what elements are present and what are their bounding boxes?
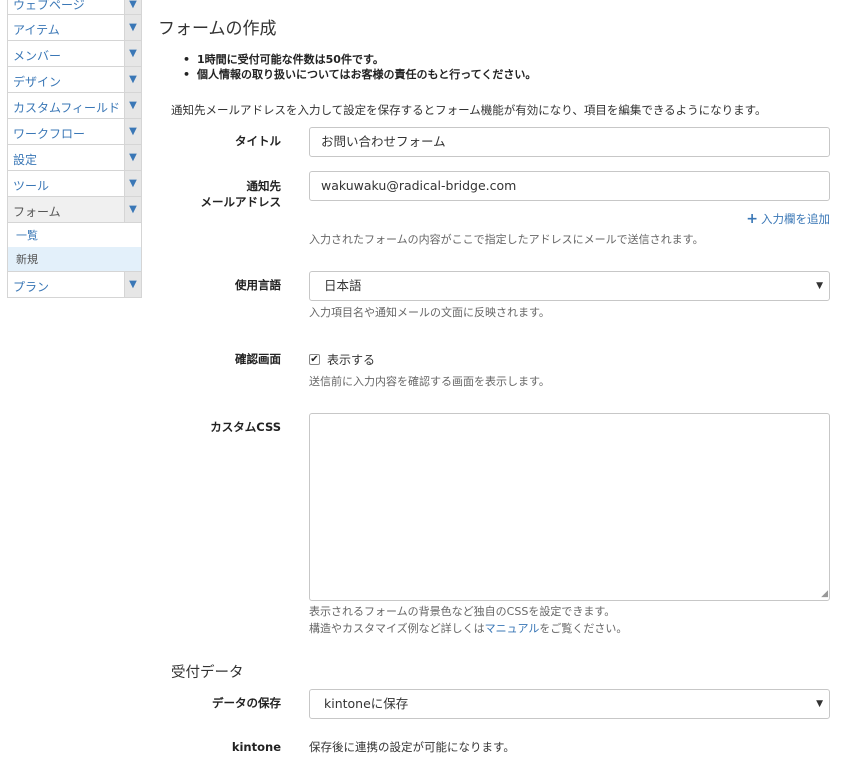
section-title-reception: 受付データ	[171, 665, 244, 681]
resize-grip-icon[interactable]: ◢	[821, 590, 828, 599]
email-label: 通知先 メールアドレス	[158, 178, 282, 210]
kintone-text: 保存後に連携の設定が可能になります。	[309, 740, 515, 754]
custom-css-help-line2: 構造やカスタマイズ例など詳しくはマニュアルをご覧ください。	[309, 621, 627, 637]
chevron-down-icon[interactable]: ▼	[124, 15, 141, 40]
kintone-label: kintone	[231, 740, 281, 754]
email-field[interactable]: wakuwaku@radical-bridge.com	[309, 171, 830, 201]
custom-css-textarea[interactable]: ◢	[309, 413, 830, 601]
manual-link[interactable]: マニュアル	[485, 622, 540, 635]
sidebar-item-label: アイテム	[13, 23, 60, 37]
sidebar-item-label: メンバー	[13, 49, 62, 63]
chevron-down-icon[interactable]: ▼	[124, 171, 141, 196]
notice-item: 個人情報の取り扱いについてはお客様の責任のもと行ってください。	[183, 67, 536, 82]
chevron-down-icon[interactable]: ▼	[124, 67, 141, 92]
sidebar-item-label: カスタムフィールド	[13, 101, 121, 115]
chevron-down-icon[interactable]: ▼	[124, 119, 141, 144]
sidebar-item-label: デザイン	[13, 75, 62, 89]
confirm-label: 確認画面	[235, 352, 281, 366]
sidebar-item-design[interactable]: デザイン ▼	[7, 67, 142, 93]
submenu-item-new[interactable]: 新規	[8, 247, 141, 271]
custom-css-label: カスタムCSS	[210, 420, 281, 434]
sidebar-item-label: プラン	[13, 280, 50, 294]
title-label: タイトル	[235, 134, 281, 148]
language-help: 入力項目名や通知メールの文面に反映されます。	[309, 306, 550, 319]
help-text-before: 構造やカスタマイズ例など詳しくは	[309, 622, 485, 635]
confirm-checkbox-label[interactable]: 表示する	[327, 351, 375, 368]
language-select[interactable]: 日本語 ▼	[309, 271, 830, 301]
email-label-line2: メールアドレス	[200, 195, 282, 209]
sidebar-item-webpage[interactable]: ウェブページ ▼	[7, 0, 142, 15]
chevron-down-icon[interactable]: ▼	[124, 197, 141, 222]
custom-css-help-line1: 表示されるフォームの背景色など独自のCSSを設定できます。	[309, 605, 616, 618]
chevron-down-icon: ▼	[816, 699, 823, 709]
notice-item: 1時間に受付可能な件数は50件です。	[183, 52, 536, 67]
checkmark-icon: ✔	[310, 354, 319, 365]
confirm-checkbox[interactable]: ✔	[309, 354, 320, 365]
chevron-down-icon[interactable]: ▼	[124, 272, 141, 297]
sidebar-item-custom-field[interactable]: カスタムフィールド ▼	[7, 93, 142, 119]
add-field-link[interactable]: + 入力欄を追加	[746, 211, 830, 227]
plus-icon: +	[746, 211, 758, 227]
confirm-help: 送信前に入力内容を確認する画面を表示します。	[309, 375, 550, 388]
language-label: 使用言語	[235, 278, 281, 292]
help-text-after: をご覧ください。	[539, 622, 628, 635]
sidebar-submenu-form: 一覧 新規	[7, 223, 142, 272]
chevron-down-icon[interactable]: ▼	[124, 41, 141, 66]
page-title: フォームの作成	[158, 19, 277, 39]
data-save-select-value: kintoneに保存	[324, 696, 409, 711]
sidebar-item-form[interactable]: フォーム ▼	[7, 197, 142, 223]
email-help: 入力されたフォームの内容がここで指定したアドレスにメールで送信されます。	[309, 233, 704, 246]
sidebar-item-label: ウェブページ	[13, 0, 85, 12]
sidebar-item-workflow[interactable]: ワークフロー ▼	[7, 119, 142, 145]
sidebar-item-label: ツール	[13, 179, 50, 193]
intro-text: 通知先メールアドレスを入力して設定を保存するとフォーム機能が有効になり、項目を編…	[171, 103, 767, 117]
sidebar: ウェブページ ▼ アイテム ▼ メンバー ▼ デザイン ▼ カスタムフィールド …	[7, 0, 142, 298]
sidebar-item-items[interactable]: アイテム ▼	[7, 15, 142, 41]
sidebar-item-label: 設定	[13, 153, 38, 167]
notice-list: 1時間に受付可能な件数は50件です。 個人情報の取り扱いについてはお客様の責任の…	[183, 52, 536, 82]
data-save-label: データの保存	[212, 696, 281, 710]
sidebar-item-members[interactable]: メンバー ▼	[7, 41, 142, 67]
sidebar-item-label: フォーム	[13, 205, 61, 219]
sidebar-item-plan[interactable]: プラン ▼	[7, 272, 142, 298]
chevron-down-icon[interactable]: ▼	[124, 0, 141, 14]
language-select-value: 日本語	[324, 278, 362, 293]
chevron-down-icon[interactable]: ▼	[124, 145, 141, 170]
email-label-line1: 通知先	[246, 179, 282, 193]
chevron-down-icon: ▼	[816, 281, 823, 291]
sidebar-item-label: ワークフロー	[13, 127, 86, 141]
chevron-down-icon[interactable]: ▼	[124, 93, 141, 118]
data-save-select[interactable]: kintoneに保存 ▼	[309, 689, 830, 719]
submenu-item-list[interactable]: 一覧	[8, 223, 141, 247]
sidebar-item-settings[interactable]: 設定 ▼	[7, 145, 142, 171]
add-field-label: 入力欄を追加	[761, 212, 830, 226]
title-input[interactable]: お問い合わせフォーム	[309, 127, 830, 157]
sidebar-item-tools[interactable]: ツール ▼	[7, 171, 142, 197]
